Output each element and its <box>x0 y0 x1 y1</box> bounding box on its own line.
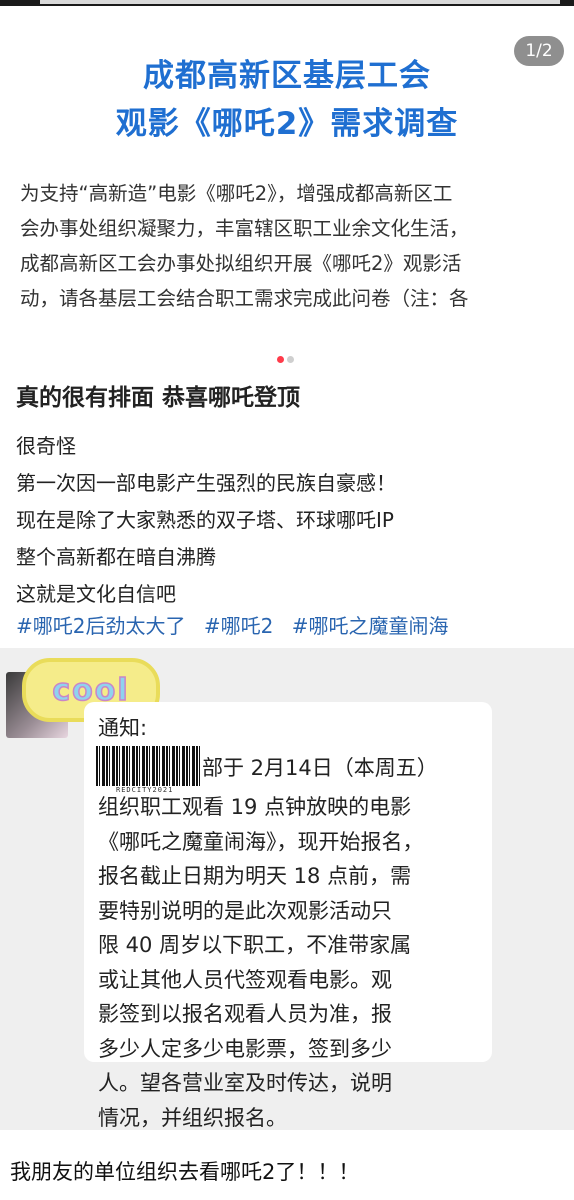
carousel-dot[interactable] <box>287 356 294 363</box>
top-bar <box>40 0 560 4</box>
intro-line: 会办事处组织凝聚力，丰富辖区职工业余文化生活， <box>20 217 469 240</box>
notice-line: 报名截止日期为明天 18 点前，需 <box>98 864 412 888</box>
hashtag-link[interactable]: #哪吒2后劲太大了 <box>16 614 185 638</box>
article-intro: 为支持“高新造”电影《哪吒2》，增强成都高新区工 会办事处组织凝聚力，丰富辖区职… <box>20 176 556 316</box>
barcode-redaction <box>96 746 200 786</box>
post-line: 这就是文化自信吧 <box>16 582 176 606</box>
caption-text: 我朋友的单位组织去看哪吒2了！！！ <box>10 1160 360 1184</box>
article-title-line1: 成都高新区基层工会 <box>143 58 431 94</box>
notice-heading: 通知: <box>98 716 148 740</box>
chat-screenshot: cool 通知: REDCITY2021 部于 2月14日（本周五） 组织职工观… <box>0 648 574 1130</box>
intro-line: 动，请各基层工会结合职工需求完成此问卷（注：各 <box>20 287 469 310</box>
post-body: 很奇怪 第一次因一部电影产生强烈的民族自豪感！ 现在是除了大家熟悉的双子塔、环球… <box>16 428 396 613</box>
post-line: 很奇怪 <box>16 434 76 458</box>
notice-line: 多少人定多少电影票，签到多少 <box>98 1036 392 1061</box>
intro-line: 为支持“高新造”电影《哪吒2》，增强成都高新区工 <box>20 182 453 205</box>
post-line: 整个高新都在暗自沸腾 <box>16 545 216 569</box>
carousel-dots[interactable] <box>277 348 297 367</box>
notice-line: 情况，并组织报名。 <box>98 1105 287 1130</box>
notice-body: 组织职工观看 19 点钟放映的电影 《哪吒之魔童闹海》，现开始报名， 报名截止日… <box>98 790 478 1135</box>
top-status-strip <box>0 0 574 6</box>
notice-line: 或让其他人员代签观看电影。观 <box>98 967 392 992</box>
notice-line: 影签到以报名观看人员为准，报 <box>98 1002 392 1026</box>
post-line: 现在是除了大家熟悉的双子塔、环球哪吒IP <box>16 508 394 532</box>
notice-line: 人。望各营业室及时传达，说明 <box>98 1071 392 1095</box>
article-title-line2: 观影《哪吒2》需求调查 <box>115 106 459 142</box>
intro-line: 成都高新区工会办事处拟组织开展《哪吒2》观影活 <box>20 252 462 275</box>
notice-line: 组织职工观看 19 点钟放映的电影 <box>98 795 412 819</box>
chat-message-bubble[interactable]: 通知: REDCITY2021 部于 2月14日（本周五） 组织职工观看 19 … <box>84 702 492 1130</box>
hashtag-link[interactable]: #哪吒之魔童闹海 <box>292 614 449 638</box>
post-line: 第一次因一部电影产生强烈的民族自豪感！ <box>16 471 396 495</box>
post-title: 真的很有排面 恭喜哪吒登顶 <box>16 385 301 411</box>
carousel-dot-active[interactable] <box>277 356 284 363</box>
hashtag-link[interactable]: #哪吒2 <box>204 614 273 638</box>
notice-line: 限 40 周岁以下职工，不准带家属 <box>98 933 412 957</box>
notice-line: 要特别说明的是此次观影活动只 <box>98 898 392 923</box>
notice-line: 《哪吒之魔童闹海》，现开始报名， <box>98 829 424 854</box>
hashtag-list: #哪吒2后劲太大了 #哪吒2 #哪吒之魔童闹海 <box>16 610 460 639</box>
notice-first-line: 部于 2月14日（本周五） <box>202 756 438 780</box>
